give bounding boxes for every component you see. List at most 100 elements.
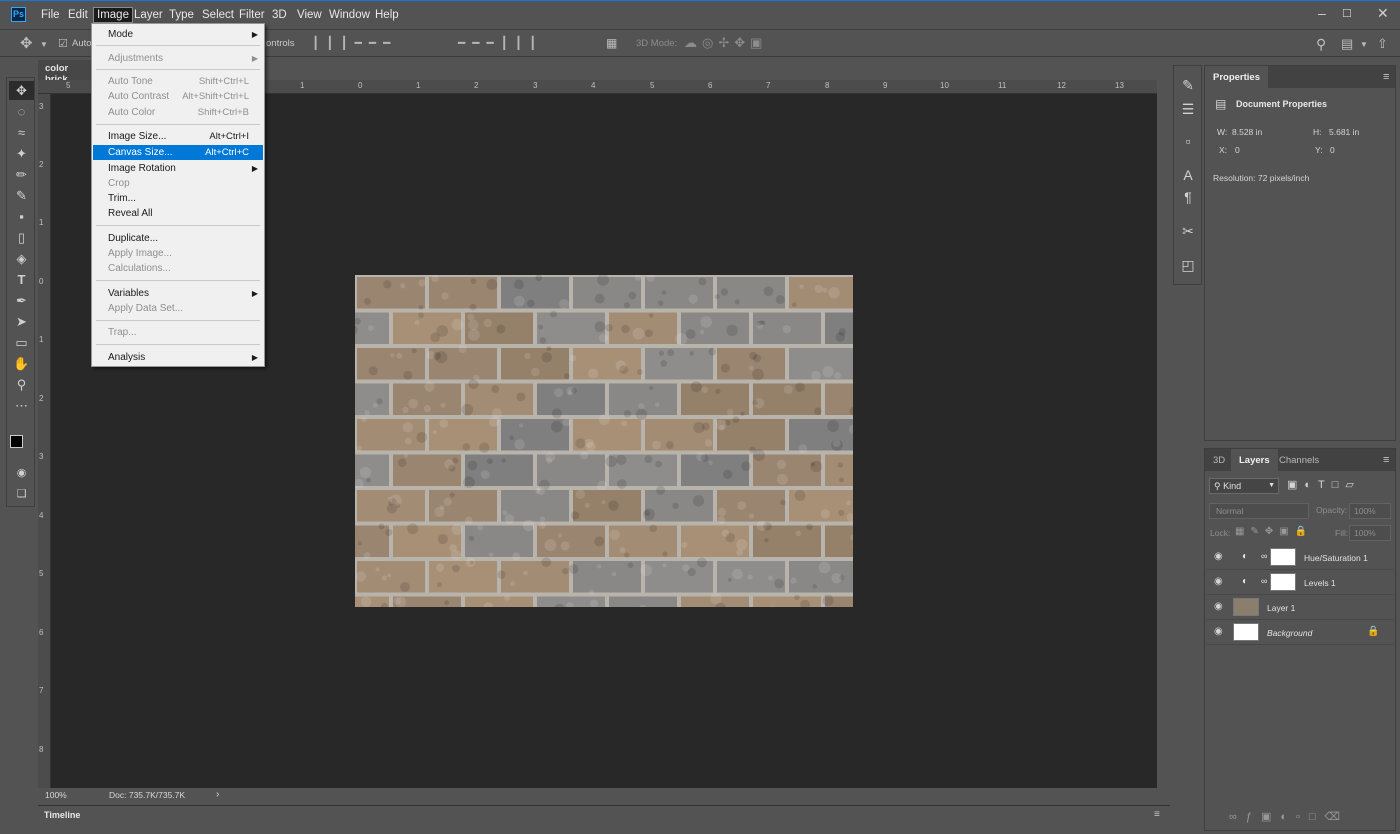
menu-item-auto-tone[interactable]: Auto Tone Shift+Ctrl+L (93, 74, 263, 89)
quick-mask-icon[interactable]: ◉ (9, 464, 34, 483)
tab-3d[interactable]: 3D (1205, 449, 1233, 471)
chevron-down-icon[interactable]: ▼ (40, 40, 48, 49)
layer-mask-thumbnail[interactable] (1270, 548, 1296, 566)
search-icon[interactable]: ⚲ (1316, 36, 1326, 53)
lasso-tool-icon[interactable]: ≈ (9, 123, 34, 142)
layer-thumbnail[interactable] (1233, 623, 1259, 641)
minimize-icon[interactable]: – (1318, 5, 1326, 21)
screen-mode-icon[interactable]: ❏ (9, 485, 34, 504)
lock-icons[interactable]: ▦✎✥▣🔒 (1235, 526, 1325, 540)
more-tools-icon[interactable]: ⋯ (9, 396, 34, 415)
panel-menu-icon[interactable]: ≡ (1383, 71, 1389, 83)
tool-presets-icon[interactable]: ✂ (1177, 220, 1199, 242)
brick-wall-image[interactable] (355, 275, 853, 607)
menu-item-calculations[interactable]: Calculations... (93, 261, 263, 276)
maximize-icon[interactable]: ☐ (1342, 7, 1352, 20)
panel-menu-icon[interactable]: ≡ (1383, 454, 1389, 466)
eyedropper-icon[interactable]: ✏ (9, 165, 34, 184)
menu-item-auto-color[interactable]: Auto Color Shift+Ctrl+B (93, 105, 263, 120)
layer-filter-icons[interactable]: ▣◐T□▱ (1287, 478, 1387, 494)
fill-input[interactable]: 100% (1349, 525, 1391, 541)
layer-thumbnail[interactable] (1233, 598, 1259, 616)
zoom-tool-icon[interactable]: ⚲ (9, 375, 34, 394)
panel-menu-icon[interactable]: ≡ (1154, 809, 1160, 820)
menu-edit[interactable]: Edit (65, 8, 91, 22)
menu-item-canvas-size[interactable]: Canvas Size... Alt+Ctrl+C (93, 145, 263, 160)
path-select-icon[interactable]: ➤ (9, 312, 34, 331)
menu-help[interactable]: Help (372, 8, 402, 22)
menu-image[interactable]: Image (93, 7, 133, 23)
paragraph-icon[interactable]: ¶ (1177, 186, 1199, 208)
move-tool-icon[interactable]: ✥ (9, 81, 34, 100)
y-value[interactable]: 0 (1330, 145, 1335, 155)
blend-mode-select[interactable]: Normal (1209, 503, 1309, 519)
menu-item-duplicate[interactable]: Duplicate... (93, 231, 263, 246)
menu-item-trim[interactable]: Trim... (93, 191, 263, 206)
visibility-eye-icon[interactable]: ◉ (1214, 601, 1223, 612)
menu-item-apply-image[interactable]: Apply Image... (93, 246, 263, 261)
layer-row[interactable]: ◉ ◐ ∞ Levels 1 (1207, 570, 1393, 595)
menu-item-apply-data-set[interactable]: Apply Data Set... (93, 301, 263, 316)
clone-source-icon[interactable]: ▫ (1177, 130, 1199, 152)
visibility-eye-icon[interactable]: ◉ (1214, 626, 1223, 637)
x-value[interactable]: 0 (1235, 145, 1240, 155)
menu-item-image-size[interactable]: Image Size... Alt+Ctrl+I (93, 129, 263, 144)
brush-presets-icon[interactable]: ☰ (1177, 98, 1199, 120)
move-tool-icon[interactable]: ✥ (20, 34, 33, 52)
layer-name[interactable]: Levels 1 (1304, 578, 1336, 588)
hand-tool-icon[interactable]: ✋ (9, 354, 34, 373)
menu-select[interactable]: Select (199, 8, 237, 22)
menu-filter[interactable]: Filter (236, 8, 268, 22)
menu-layer[interactable]: Layer (131, 8, 166, 22)
close-icon[interactable]: ✕ (1377, 5, 1389, 22)
menu-item-analysis[interactable]: Analysis ▶ (93, 350, 263, 365)
w-value[interactable]: 8.528 in (1232, 127, 1262, 137)
brush-settings-icon[interactable]: ✎ (1177, 74, 1199, 96)
document-tab[interactable]: color brick. (38, 60, 98, 85)
visibility-eye-icon[interactable]: ◉ (1214, 551, 1223, 562)
menu-item-variables[interactable]: Variables ▶ (93, 286, 263, 301)
layer-mask-thumbnail[interactable] (1270, 573, 1296, 591)
distribute-buttons[interactable]: ━━━┃┃┃ (458, 36, 588, 52)
zoom-level[interactable]: 100% (45, 790, 67, 800)
tab-channels[interactable]: Channels (1271, 449, 1327, 471)
visibility-eye-icon[interactable]: ◉ (1214, 576, 1223, 587)
share-icon[interactable]: ⇧ (1377, 36, 1388, 52)
menu-window[interactable]: Window (326, 8, 373, 22)
workspace-chevron-icon[interactable]: ▼ (1360, 40, 1368, 49)
menu-item-image-rotation[interactable]: Image Rotation ▶ (93, 161, 263, 176)
paint-bucket-icon[interactable]: ◈ (9, 249, 34, 268)
tab-properties[interactable]: Properties (1205, 66, 1268, 88)
menu-item-reveal-all[interactable]: Reveal All (93, 206, 263, 221)
marquee-tool-icon[interactable]: ◌ (9, 102, 34, 121)
stamp-tool-icon[interactable]: ▪ (9, 207, 34, 226)
align-buttons[interactable]: ┃┃┃━━━ (312, 36, 437, 52)
menu-3d[interactable]: 3D (269, 8, 290, 22)
type-tool-icon[interactable]: T (9, 270, 34, 289)
timeline-label[interactable]: Timeline (44, 810, 80, 820)
rectangle-tool-icon[interactable]: ▭ (9, 333, 34, 352)
auto-align-icon[interactable]: ▦ (606, 36, 617, 50)
auto-select-checkbox[interactable]: ☑ (58, 37, 68, 50)
menu-type[interactable]: Type (166, 8, 197, 22)
layer-name[interactable]: Hue/Saturation 1 (1304, 553, 1368, 563)
menu-item-trap[interactable]: Trap... (93, 325, 263, 340)
menu-file[interactable]: File (38, 8, 63, 22)
kind-filter-select[interactable]: ⚲ Kind ▼ (1209, 478, 1279, 494)
opacity-input[interactable]: 100% (1349, 503, 1391, 519)
foreground-color-swatch[interactable] (10, 435, 23, 448)
pen-tool-icon[interactable]: ✒ (9, 291, 34, 310)
workspace-icon[interactable]: ▤ (1341, 36, 1353, 52)
libraries-icon[interactable]: ◰ (1177, 254, 1199, 276)
layer-row[interactable]: ◉ Layer 1 (1207, 595, 1393, 620)
layer-row[interactable]: ◉ ◐ ∞ Hue/Saturation 1 (1207, 545, 1393, 570)
h-value[interactable]: 5.681 in (1329, 127, 1359, 137)
layer-row[interactable]: ◉ Background 🔒 (1207, 620, 1393, 645)
brush-tool-icon[interactable]: ✎ (9, 186, 34, 205)
menu-item-auto-contrast[interactable]: Auto Contrast Alt+Shift+Ctrl+L (93, 89, 263, 104)
character-icon[interactable]: A (1177, 164, 1199, 186)
eraser-icon[interactable]: ▯ (9, 228, 34, 247)
3d-mode-icons[interactable]: ☁◎✢✥▣ (684, 35, 784, 51)
menu-item-mode[interactable]: Mode ▶ (93, 27, 263, 42)
menu-item-crop[interactable]: Crop (93, 176, 263, 191)
